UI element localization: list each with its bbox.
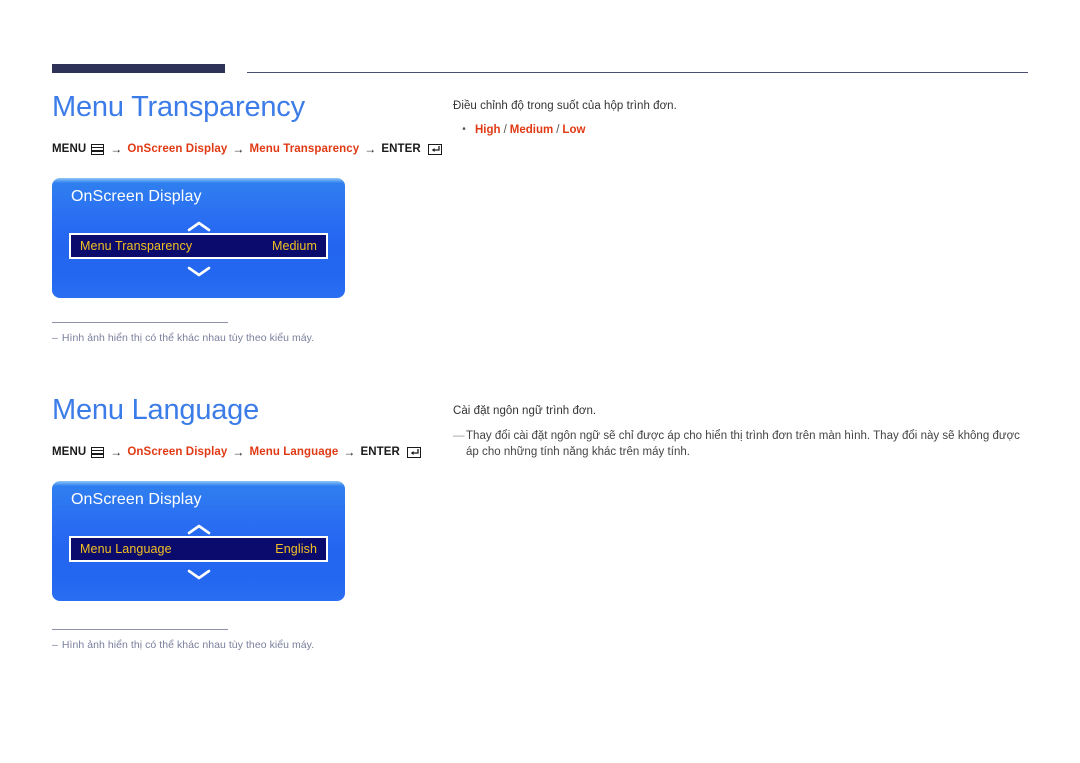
enter-label: ENTER bbox=[360, 446, 400, 458]
footnote-transparency: – Hình ảnh hiển thị có thể khác nhau tùy … bbox=[52, 322, 314, 344]
footnote-divider bbox=[52, 629, 228, 630]
path-step-menu-language: Menu Language bbox=[249, 446, 339, 458]
option-medium: Medium bbox=[509, 124, 554, 136]
note-text: Thay đổi cài đặt ngôn ngữ sẽ chỉ được áp… bbox=[466, 430, 1020, 458]
menu-path-breadcrumb: MENU → OnScreen Display → Menu Transpare… bbox=[52, 142, 442, 156]
description-text: Điều chỉnh độ trong suốt của hộp trình đ… bbox=[453, 100, 677, 112]
osd-row-value: English bbox=[275, 542, 317, 556]
chevron-down-icon[interactable] bbox=[52, 568, 345, 581]
right-column-transparency: Điều chỉnh độ trong suốt của hộp trình đ… bbox=[453, 98, 1031, 138]
chevron-up-icon[interactable] bbox=[52, 523, 345, 536]
path-arrow-3: → bbox=[343, 445, 356, 459]
footnote-text: Hình ảnh hiển thị có thể khác nhau tùy t… bbox=[61, 639, 315, 651]
path-step-menu-transparency: Menu Transparency bbox=[249, 143, 360, 155]
menu-label: MENU bbox=[52, 143, 87, 155]
osd-panel-title: OnScreen Display bbox=[71, 491, 202, 508]
option-list: • High / Medium / Low bbox=[453, 122, 1031, 138]
page-title: Menu Transparency bbox=[52, 91, 305, 123]
osd-row-label: Menu Language bbox=[80, 542, 172, 556]
path-arrow-1: → bbox=[110, 445, 123, 459]
note-dash: — bbox=[453, 430, 465, 442]
enter-return-icon bbox=[406, 446, 421, 458]
page-header-rule bbox=[52, 64, 1028, 76]
option-high: High bbox=[475, 124, 501, 136]
option-separator-1: / bbox=[503, 124, 507, 136]
bullet-icon: • bbox=[462, 124, 466, 135]
menu-grid-icon bbox=[91, 143, 105, 155]
path-step-onscreen-display: OnScreen Display bbox=[127, 446, 228, 458]
option-row: • High / Medium / Low bbox=[453, 122, 1031, 138]
menu-label: MENU bbox=[52, 446, 87, 458]
option-low: Low bbox=[562, 124, 586, 136]
path-arrow-1: → bbox=[110, 142, 123, 156]
note-block: — Thay đổi cài đặt ngôn ngữ sẽ chỉ được … bbox=[453, 428, 1031, 460]
header-thin-rule bbox=[247, 72, 1028, 73]
path-arrow-2: → bbox=[232, 445, 245, 459]
chevron-down-icon[interactable] bbox=[52, 265, 345, 278]
path-arrow-3: → bbox=[364, 142, 377, 156]
path-arrow-2: → bbox=[232, 142, 245, 156]
osd-panel-language: OnScreen Display Menu Language English bbox=[52, 481, 345, 601]
footnote-dash: – bbox=[52, 639, 58, 651]
osd-row-label: Menu Transparency bbox=[80, 239, 193, 253]
osd-panel-transparency: OnScreen Display Menu Transparency Mediu… bbox=[52, 178, 345, 298]
description-text: Cài đặt ngôn ngữ trình đơn. bbox=[453, 405, 597, 417]
header-accent-bar bbox=[52, 64, 225, 73]
footnote-text-row: – Hình ảnh hiển thị có thể khác nhau tùy … bbox=[52, 332, 314, 344]
footnote-dash: – bbox=[52, 332, 58, 344]
option-values: High / Medium / Low bbox=[475, 122, 585, 138]
footnote-divider bbox=[52, 322, 228, 323]
osd-row-value: Medium bbox=[271, 239, 317, 253]
osd-panel-title: OnScreen Display bbox=[71, 188, 202, 205]
osd-row-selected[interactable]: Menu Transparency Medium bbox=[69, 233, 328, 259]
osd-row-selected[interactable]: Menu Language English bbox=[69, 536, 328, 562]
menu-path-breadcrumb: MENU → OnScreen Display → Menu Language … bbox=[52, 445, 421, 459]
footnote-language: – Hình ảnh hiển thị có thể khác nhau tùy … bbox=[52, 629, 314, 651]
enter-label: ENTER bbox=[381, 143, 421, 155]
chevron-up-icon[interactable] bbox=[52, 220, 345, 233]
footnote-text: Hình ảnh hiển thị có thể khác nhau tùy t… bbox=[61, 332, 315, 344]
page-title: Menu Language bbox=[52, 394, 260, 426]
path-step-onscreen-display: OnScreen Display bbox=[127, 143, 228, 155]
right-column-language: Cài đặt ngôn ngữ trình đơn. — Thay đổi c… bbox=[453, 403, 1031, 460]
footnote-text-row: – Hình ảnh hiển thị có thể khác nhau tùy … bbox=[52, 639, 314, 651]
enter-return-icon bbox=[427, 143, 442, 155]
menu-grid-icon bbox=[91, 446, 105, 458]
